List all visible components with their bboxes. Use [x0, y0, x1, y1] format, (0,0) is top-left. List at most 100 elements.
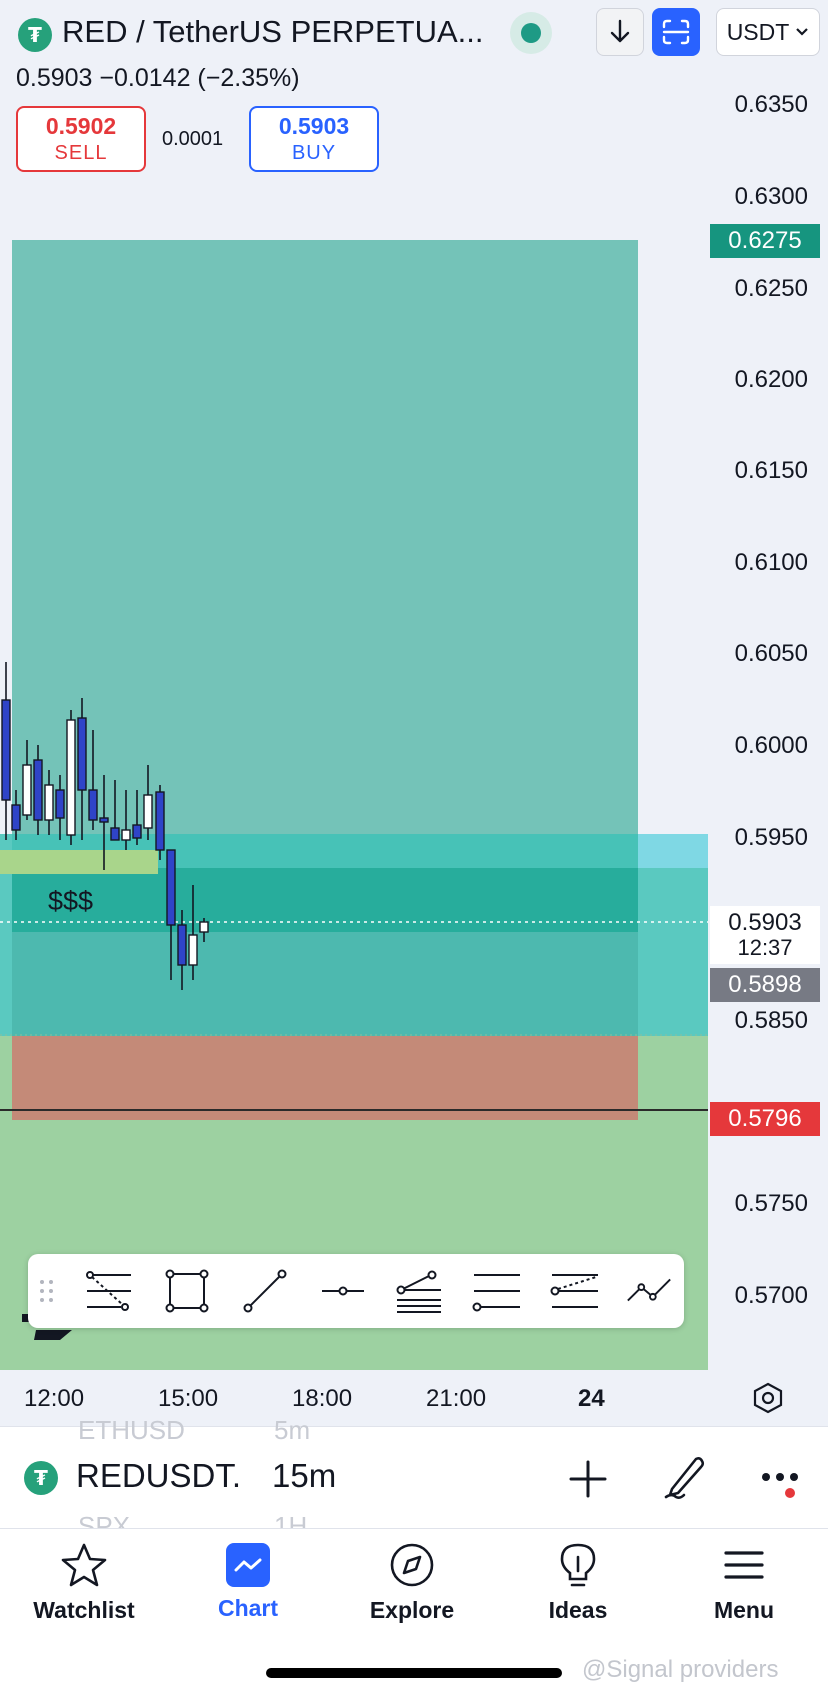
- trend-line-icon: [243, 1269, 287, 1313]
- sell-button[interactable]: 0.5902 SELL: [16, 106, 146, 172]
- trend-line-tool[interactable]: [240, 1266, 290, 1316]
- fib-retracement-icon: [86, 1271, 131, 1311]
- price-axis-label: 0.6200: [734, 366, 808, 393]
- candle-body: [11, 804, 21, 831]
- interval-name[interactable]: 15m: [272, 1457, 336, 1495]
- time-axis-label: 24: [578, 1385, 605, 1412]
- parallel-channel-tool[interactable]: [472, 1266, 522, 1316]
- download-button[interactable]: [596, 8, 644, 56]
- ghost-interval-above: 5m: [274, 1415, 311, 1445]
- pen-icon: [664, 1457, 705, 1499]
- price-axis-label: 0.5950: [734, 824, 808, 851]
- pitchfan-icon: [396, 1270, 441, 1313]
- horizontal-ray-tool[interactable]: [318, 1266, 368, 1316]
- price-axis-label: 0.6050: [734, 640, 808, 667]
- candle-body: [132, 824, 142, 839]
- nav-label: Chart: [217, 1595, 279, 1621]
- coin-icon: ₮: [18, 18, 52, 52]
- parallel-channel-icon: [472, 1274, 520, 1312]
- candle-body: [44, 784, 54, 821]
- symbol-title[interactable]: RED / TetherUS PERPETUA...: [62, 14, 484, 50]
- candle-body: [199, 921, 209, 933]
- candle-body: [166, 849, 176, 926]
- arrow-down-icon: [610, 19, 630, 43]
- spread-value: 0.0001: [162, 128, 224, 150]
- price-axis-label: 0.5850: [734, 1007, 808, 1034]
- chart-settings-button[interactable]: [750, 1380, 786, 1416]
- chart-nav-icon: [226, 1543, 270, 1587]
- price-axis-label: 0.6350: [734, 91, 808, 118]
- price-axis-label: 0.5750: [734, 1190, 808, 1217]
- target-zone: [12, 240, 638, 932]
- price-change-line: 0.5903 −0.0142 (−2.35%): [16, 64, 300, 92]
- candle-body: [55, 789, 65, 819]
- symbol-name[interactable]: REDUSDT.: [76, 1457, 241, 1495]
- candle-body: [66, 719, 76, 836]
- current-price-box: 0.5903 12:37: [710, 906, 820, 964]
- price-axis-label: 0.5700: [734, 1282, 808, 1309]
- candle-body: [1, 699, 11, 801]
- candle-body: [143, 794, 153, 829]
- candle-body: [22, 764, 32, 816]
- fib-retracement-tool[interactable]: [84, 1266, 134, 1316]
- candle-body: [177, 924, 187, 966]
- candle-body: [77, 717, 87, 791]
- pitchfan-tool[interactable]: [394, 1266, 444, 1316]
- candle-body: [88, 789, 98, 821]
- candle-body: [155, 791, 165, 851]
- nav-watchlist[interactable]: Watchlist: [14, 1541, 154, 1624]
- nav-ideas[interactable]: Ideas: [508, 1541, 648, 1624]
- candle-body: [33, 759, 43, 821]
- fib-extension-tool[interactable]: [550, 1266, 600, 1316]
- hamburger-icon: [724, 1551, 764, 1579]
- add-button[interactable]: [566, 1457, 610, 1501]
- buy-label: BUY: [291, 142, 337, 164]
- home-indicator: [266, 1668, 562, 1678]
- toolbar-drag-handle[interactable]: [34, 1266, 60, 1316]
- time-axis-label: 12:00: [24, 1385, 85, 1412]
- buy-button[interactable]: 0.5903 BUY: [249, 106, 379, 172]
- time-axis-label: 15:00: [158, 1385, 219, 1412]
- nav-label: Explore: [369, 1597, 455, 1623]
- fullscreen-button[interactable]: [652, 8, 700, 56]
- nav-label: Ideas: [548, 1597, 608, 1623]
- bar-countdown: 12:37: [737, 935, 793, 961]
- nav-chart[interactable]: Chart: [178, 1541, 318, 1622]
- star-icon: [61, 1543, 107, 1587]
- sell-label: SELL: [54, 142, 108, 164]
- time-axis-label: 18:00: [292, 1385, 353, 1412]
- rectangle-icon: [165, 1269, 209, 1313]
- nav-menu[interactable]: Menu: [674, 1541, 814, 1624]
- nav-explore[interactable]: Explore: [342, 1541, 482, 1624]
- current-price-label: 0.5903: [728, 908, 802, 936]
- price-axis-label: 0.6000: [734, 732, 808, 759]
- buy-price: 0.5903: [278, 113, 350, 139]
- candle-body: [188, 934, 198, 966]
- sell-price: 0.5902: [45, 113, 117, 139]
- target-price-tag: 0.6275: [710, 224, 820, 258]
- horizontal-line-icon: [322, 1286, 364, 1296]
- candle-body: [99, 817, 109, 823]
- nav-label: Menu: [713, 1597, 775, 1623]
- watermark-text: @Signal providers: [582, 1656, 779, 1683]
- chevron-down-icon: [796, 28, 809, 36]
- more-button[interactable]: [760, 1463, 804, 1503]
- market-status-icon[interactable]: [510, 12, 552, 54]
- compass-icon: [390, 1543, 434, 1587]
- plus-icon: [569, 1460, 607, 1498]
- price-axis-label: 0.6150: [734, 457, 808, 484]
- fullscreen-icon: [662, 19, 690, 45]
- rectangle-tool[interactable]: [162, 1266, 212, 1316]
- drag-handle-icon: [40, 1280, 53, 1302]
- live-dot-icon: [521, 23, 541, 43]
- lightbulb-icon: [560, 1543, 596, 1587]
- nav-label: Watchlist: [33, 1597, 135, 1623]
- path-tool[interactable]: [624, 1266, 674, 1316]
- drawing-tools-button[interactable]: [662, 1453, 708, 1501]
- currency-select[interactable]: USDT: [716, 8, 820, 56]
- fib-extension-icon: [550, 1274, 598, 1308]
- hexagon-settings-icon: [753, 1382, 783, 1414]
- chart-canvas[interactable]: [0, 0, 828, 1370]
- candle-body: [121, 829, 131, 841]
- time-axis-label: 21:00: [426, 1385, 487, 1412]
